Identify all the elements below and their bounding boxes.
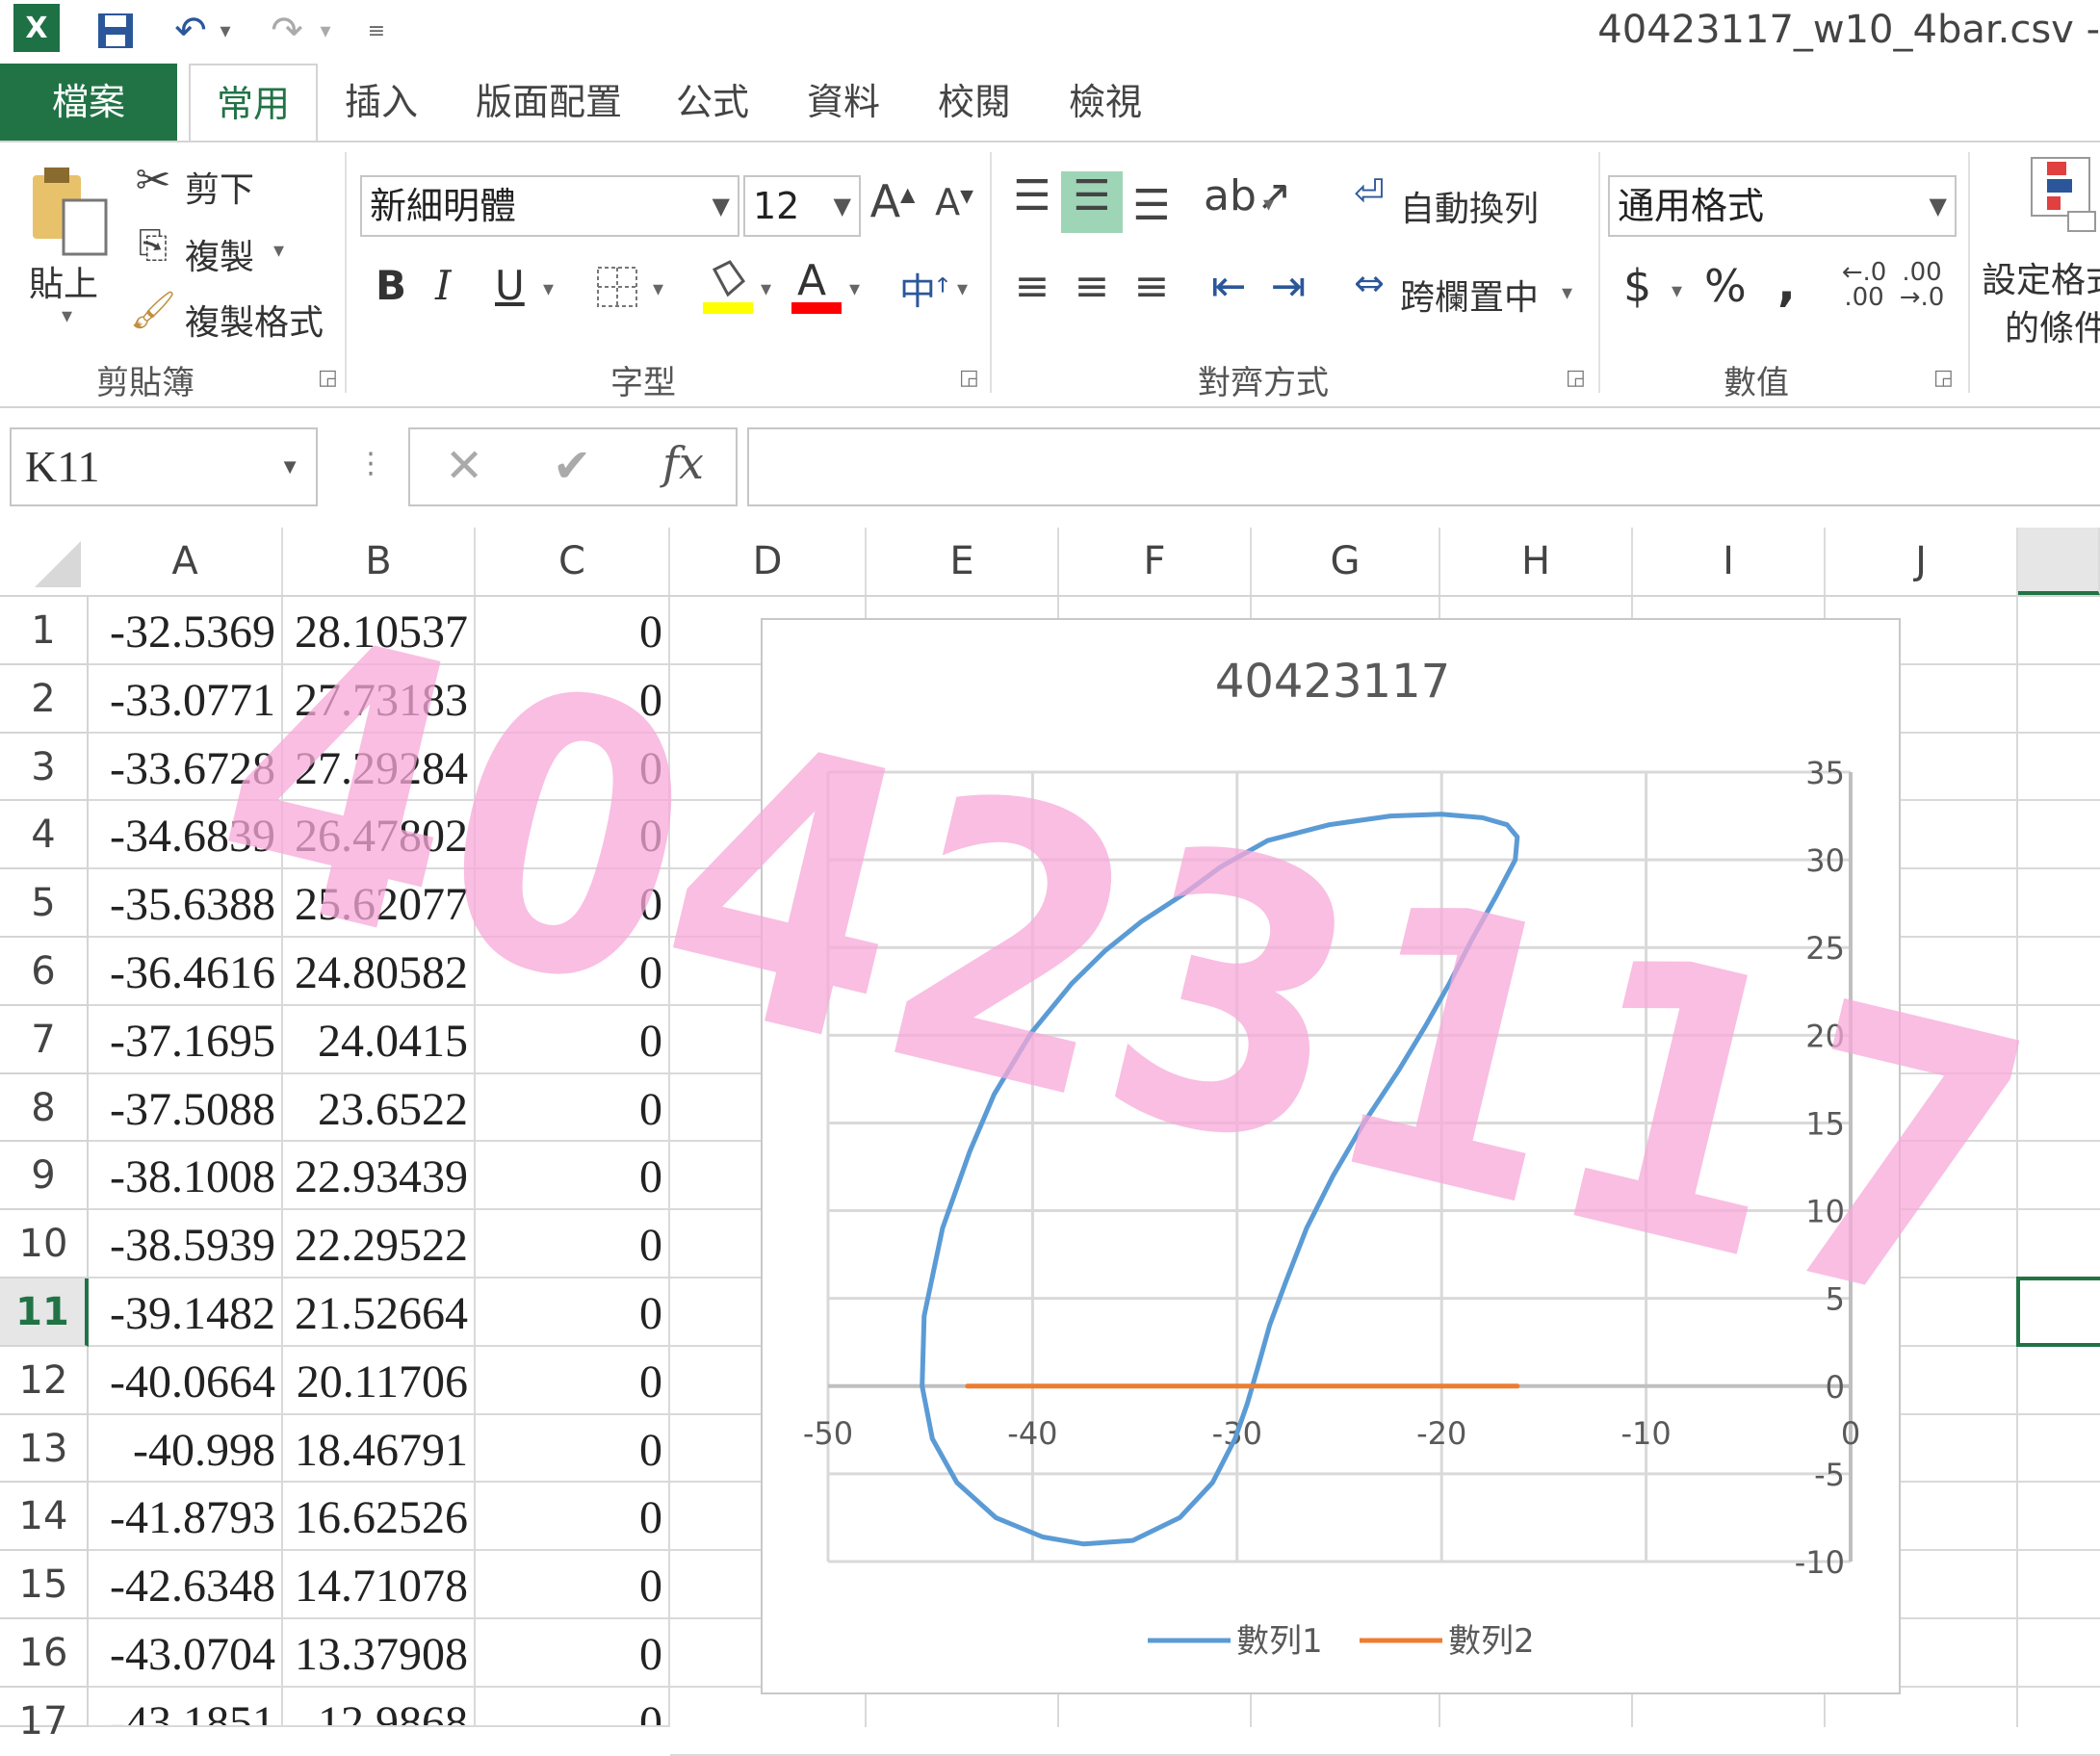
- row-header-10[interactable]: 10: [0, 1210, 89, 1278]
- cell-a10[interactable]: -38.5939: [89, 1210, 283, 1278]
- row-header-1[interactable]: 1: [0, 597, 89, 665]
- chart-canvas: 4042311735302520151050-5-10-50 -40 -30 -20-…: [803, 655, 1860, 1661]
- cell-a13[interactable]: -40.998: [89, 1414, 283, 1484]
- row-header-17[interactable]: 17: [0, 1687, 89, 1743]
- cell-c3[interactable]: 0: [476, 733, 670, 802]
- y-tick-label: 0: [1826, 1369, 1845, 1406]
- y-tick-label: 20: [1805, 1018, 1845, 1054]
- cell-b7[interactable]: 24.0415: [283, 1005, 476, 1074]
- cell-b11[interactable]: 21.52664: [283, 1278, 476, 1347]
- cell-b15[interactable]: 14.71078: [283, 1551, 476, 1619]
- cell-c5[interactable]: 0: [476, 869, 670, 938]
- cell-a14[interactable]: -41.8793: [89, 1483, 283, 1552]
- scatter-chart[interactable]: 40423117 35 30 25 20 15 10 5 0 -5 -10 -50 -40 -30 -20-…: [761, 618, 1901, 1694]
- column-gridline: [2016, 597, 2018, 1727]
- cell-c14[interactable]: 0: [476, 1483, 670, 1552]
- x-tick-label: 0: [1841, 1415, 1860, 1452]
- y-tick-label: -10: [1795, 1544, 1845, 1581]
- y-tick-label: 25: [1805, 930, 1845, 967]
- legend-entry-2[interactable]: 數列2: [1448, 1622, 1535, 1661]
- cell-a11[interactable]: -39.1482: [89, 1278, 283, 1347]
- cell-b9[interactable]: 22.93439: [283, 1142, 476, 1211]
- cell-a6[interactable]: -36.4616: [89, 938, 283, 1006]
- cell-a2[interactable]: -33.0771: [89, 664, 283, 734]
- row-header-11[interactable]: 11: [0, 1278, 89, 1347]
- cell-c6[interactable]: 0: [476, 938, 670, 1006]
- cell-c16[interactable]: 0: [476, 1619, 670, 1688]
- y-tick-label: -5: [1814, 1457, 1845, 1493]
- cell-b6[interactable]: 24.80582: [283, 938, 476, 1006]
- row-header-8[interactable]: 8: [0, 1073, 89, 1143]
- y-tick-label: 35: [1805, 755, 1845, 791]
- cell-a4[interactable]: -34.6839: [89, 801, 283, 870]
- row-header-15[interactable]: 15: [0, 1551, 89, 1619]
- row-header-7[interactable]: 7: [0, 1005, 89, 1074]
- y-tick-label: 5: [1826, 1281, 1845, 1318]
- cell-a8[interactable]: -37.5088: [89, 1073, 283, 1143]
- active-cell-k11[interactable]: [2016, 1277, 2100, 1347]
- cell-a7[interactable]: -37.1695: [89, 1005, 283, 1074]
- row-header-6[interactable]: 6: [0, 938, 89, 1006]
- cell-a3[interactable]: -33.6728: [89, 733, 283, 802]
- cell-b2[interactable]: 27.73183: [283, 664, 476, 734]
- cell-a1[interactable]: -32.5369: [89, 597, 283, 665]
- cell-b17[interactable]: 12.9868: [283, 1687, 476, 1727]
- cell-a9[interactable]: -38.1008: [89, 1142, 283, 1211]
- row-header-13[interactable]: 13: [0, 1414, 89, 1484]
- x-tick-label: -10: [1620, 1415, 1671, 1452]
- cell-a17[interactable]: -43.1851: [89, 1687, 283, 1727]
- legend-entry-1[interactable]: 數列1: [1236, 1622, 1323, 1661]
- row-header-4[interactable]: 4: [0, 801, 89, 870]
- cell-b3[interactable]: 27.29284: [283, 733, 476, 802]
- chart-title: 40423117: [1215, 655, 1450, 709]
- y-tick-label: 15: [1805, 1105, 1845, 1142]
- y-tick-label: 30: [1805, 842, 1845, 879]
- x-tick-label: -20: [1416, 1415, 1466, 1452]
- y-tick-label: 10: [1805, 1194, 1845, 1230]
- cell-b1[interactable]: 28.10537: [283, 597, 476, 665]
- row-header-14[interactable]: 14: [0, 1483, 89, 1552]
- cell-c9[interactable]: 0: [476, 1142, 670, 1211]
- cell-c17[interactable]: 0: [476, 1687, 670, 1727]
- cell-b4[interactable]: 26.47802: [283, 801, 476, 870]
- row-gridline: [670, 1753, 2100, 1756]
- cell-a12[interactable]: -40.0664: [89, 1346, 283, 1415]
- cell-c11[interactable]: 0: [476, 1278, 670, 1347]
- cell-b10[interactable]: 22.29522: [283, 1210, 476, 1278]
- row-header-16[interactable]: 16: [0, 1619, 89, 1688]
- cell-b16[interactable]: 13.37908: [283, 1619, 476, 1688]
- row-header-5[interactable]: 5: [0, 869, 89, 938]
- x-tick-label: -40: [1007, 1415, 1057, 1452]
- cell-a5[interactable]: -35.6388: [89, 869, 283, 938]
- cell-c12[interactable]: 0: [476, 1346, 670, 1415]
- cell-c15[interactable]: 0: [476, 1551, 670, 1619]
- row-header-9[interactable]: 9: [0, 1142, 89, 1211]
- cell-b8[interactable]: 23.6522: [283, 1073, 476, 1143]
- row-header-2[interactable]: 2: [0, 664, 89, 734]
- cell-a15[interactable]: -42.6348: [89, 1551, 283, 1619]
- cell-b5[interactable]: 25.62077: [283, 869, 476, 938]
- cell-c4[interactable]: 0: [476, 801, 670, 870]
- cell-b14[interactable]: 16.62526: [283, 1483, 476, 1552]
- cell-c10[interactable]: 0: [476, 1210, 670, 1278]
- cell-c8[interactable]: 0: [476, 1073, 670, 1143]
- cell-c13[interactable]: 0: [476, 1414, 670, 1484]
- cell-c1[interactable]: 0: [476, 597, 670, 665]
- x-tick-label: -50: [803, 1415, 853, 1452]
- cell-a16[interactable]: -43.0704: [89, 1619, 283, 1688]
- row-header-3[interactable]: 3: [0, 733, 89, 802]
- row-header-12[interactable]: 12: [0, 1346, 89, 1415]
- cell-c7[interactable]: 0: [476, 1005, 670, 1074]
- cell-b13[interactable]: 18.46791: [283, 1414, 476, 1484]
- cell-c2[interactable]: 0: [476, 664, 670, 734]
- cell-b12[interactable]: 20.11706: [283, 1346, 476, 1415]
